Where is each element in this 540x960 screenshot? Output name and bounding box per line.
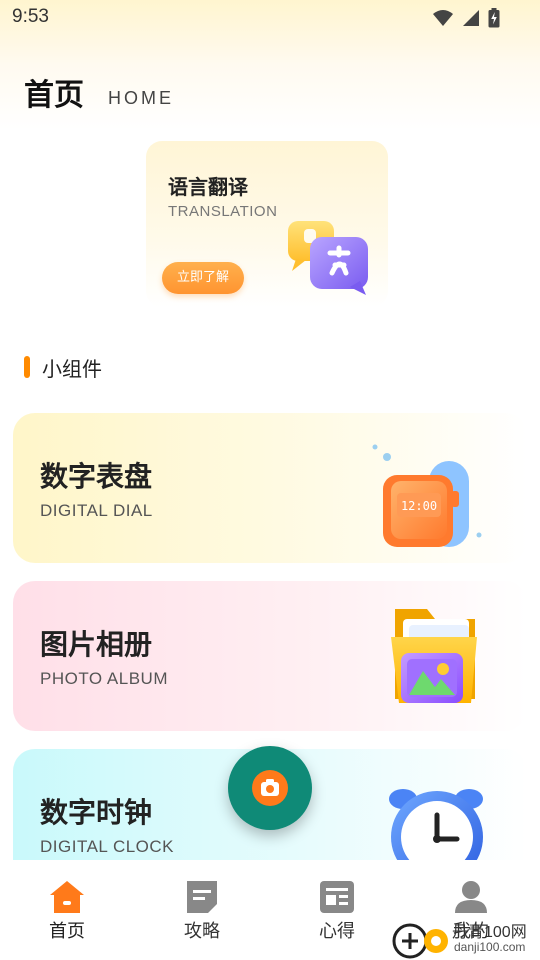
nav-item-guide[interactable]: 攻略 <box>152 880 252 946</box>
learn-more-button[interactable]: 立即了解 <box>162 262 244 294</box>
status-bar: 9:53 <box>0 0 540 36</box>
section-title: 小组件 <box>42 357 102 381</box>
battery-charging-icon <box>488 8 500 28</box>
notes-icon <box>320 881 354 913</box>
section-marker <box>24 356 30 378</box>
photo-album-card[interactable]: 图片相册 PHOTO ALBUM <box>13 581 527 731</box>
banner-title: 语言翻译 <box>168 175 248 199</box>
camera-fab[interactable] <box>228 746 312 830</box>
page-title: 首页 <box>24 78 84 113</box>
banner-subtitle: TRANSLATION <box>168 203 278 220</box>
digital-dial-card[interactable]: 数字表盘 DIGITAL DIAL 12:00 <box>13 413 527 563</box>
watermark: 丹青100网 danji100.com <box>392 918 540 960</box>
signal-icon <box>463 10 479 26</box>
status-icons <box>432 8 500 28</box>
card-title: 数字表盘 <box>40 460 153 493</box>
camera-icon <box>252 770 288 806</box>
wifi-icon <box>433 10 453 26</box>
smartwatch-icon: 12:00 <box>372 444 482 547</box>
card-subtitle: PHOTO ALBUM <box>40 669 168 688</box>
guide-icon <box>187 881 217 913</box>
card-subtitle: DIGITAL CLOCK <box>40 837 175 856</box>
card-title: 数字时钟 <box>40 796 153 829</box>
profile-icon <box>455 881 487 913</box>
nav-label-notes: 心得 <box>319 921 355 942</box>
nav-item-notes[interactable]: 心得 <box>287 880 387 946</box>
nav-label-home: 首页 <box>49 921 85 942</box>
translate-bubbles-icon <box>288 221 368 295</box>
home-icon <box>50 881 84 913</box>
nav-item-home[interactable]: 首页 <box>17 880 117 946</box>
card-subtitle: DIGITAL DIAL <box>40 501 153 520</box>
nav-label-guide: 攻略 <box>184 921 220 942</box>
translation-banner[interactable]: 语言翻译 TRANSLATION 立即了解 <box>146 141 388 307</box>
card-title: 图片相册 <box>40 628 153 661</box>
watch-time-text: 12:00 <box>401 499 437 513</box>
page-subtitle: HOME <box>108 88 174 108</box>
watermark-logo-icon <box>392 923 448 959</box>
watermark-text: 丹青100网 <box>452 924 527 941</box>
status-time: 9:53 <box>12 6 49 27</box>
watermark-url: danji100.com <box>454 940 526 954</box>
photo-folder-icon <box>391 609 477 703</box>
